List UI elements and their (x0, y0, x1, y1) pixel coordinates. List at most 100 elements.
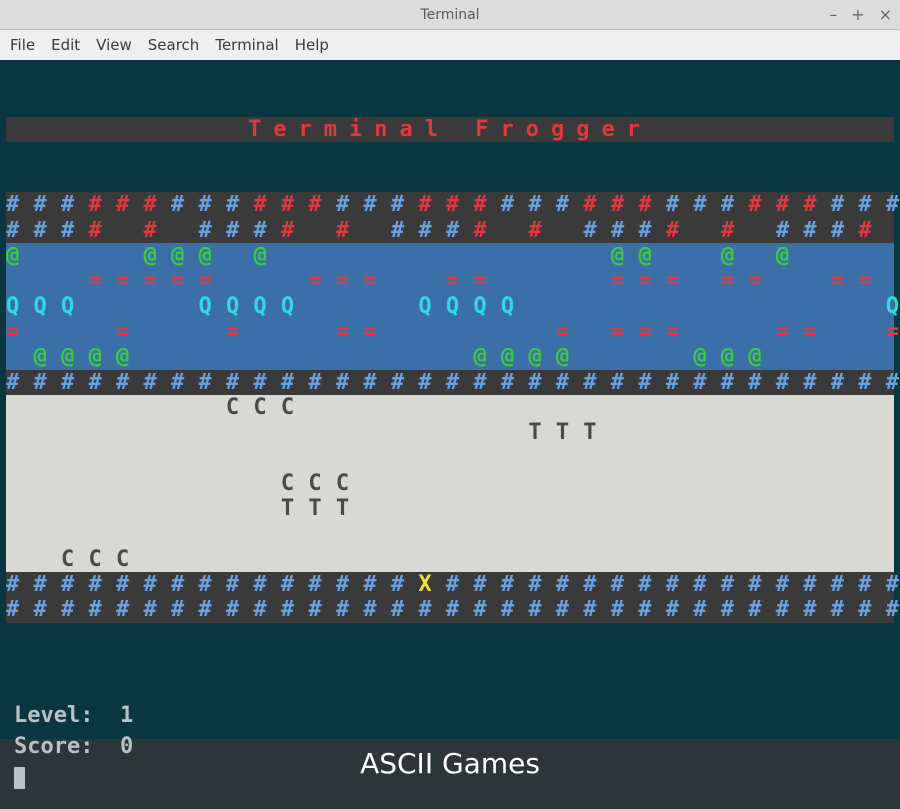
cell-#: # # # (391, 218, 473, 243)
game-board: # # # # # # # # # # # # # # # # # # # # … (6, 192, 894, 622)
cell-empty (143, 344, 473, 369)
cell-@: @ @ @ (143, 243, 225, 268)
cell-empty (281, 243, 611, 268)
cell-empty (6, 420, 528, 445)
cell-Q: Q Q Q Q (418, 294, 528, 319)
cell-empty (308, 395, 900, 420)
menu-file[interactable]: File (10, 36, 35, 54)
cell-#: # # # # # # # # # # # # # # # # # (446, 572, 900, 597)
cell-empty (748, 218, 776, 243)
cell-empty (501, 268, 611, 293)
game-row: # # # # # # # # # # # # # # # # # # # # … (6, 218, 894, 243)
cell-#: # (336, 218, 364, 243)
score-value: 0 (120, 732, 133, 763)
cell-C: C C C (226, 395, 308, 420)
cell-=: = = (721, 268, 776, 293)
cell-empty (116, 218, 144, 243)
cell-empty (6, 445, 900, 470)
cell-#: # # # (501, 192, 583, 217)
cell-T: T T T (281, 496, 363, 521)
cell-=: = = (446, 268, 501, 293)
menu-edit[interactable]: Edit (51, 36, 80, 54)
cell-empty (6, 344, 34, 369)
cell-empty (34, 319, 116, 344)
cell-=: = (886, 319, 900, 344)
terminal-viewport[interactable]: Terminal Frogger # # # # # # # # # # # #… (0, 60, 900, 739)
minimize-icon[interactable]: – (829, 7, 837, 23)
cell-empty (693, 268, 721, 293)
cell-#: # # # (253, 192, 335, 217)
cell-empty (556, 218, 584, 243)
cell-empty (34, 243, 144, 268)
game-row: Q Q Q Q Q Q Q Q Q Q Q Q (6, 294, 894, 319)
cell-empty (748, 243, 776, 268)
cell-#: # (666, 218, 694, 243)
terminal-output: Terminal Frogger # # # # # # # # # # # #… (6, 66, 894, 673)
cell-@: @ (721, 243, 749, 268)
game-title-row: Terminal Frogger (6, 117, 894, 142)
cell-empty (226, 268, 308, 293)
cell-empty (776, 268, 831, 293)
cell-Q: Q Q Q (6, 294, 88, 319)
cell-#: # # # (583, 218, 665, 243)
cell-empty (363, 496, 900, 521)
page-caption: ASCII Games (0, 739, 900, 780)
menu-help[interactable]: Help (295, 36, 329, 54)
cell-empty (391, 319, 556, 344)
cell-empty (886, 218, 900, 243)
cell-#: # # # # # # # # # # # # # # # # # # # # … (6, 597, 900, 622)
cell-C: C C C (61, 547, 143, 572)
cell-empty (501, 218, 529, 243)
cell-#: # # # (88, 192, 170, 217)
window-controls: – + × (829, 0, 892, 30)
close-icon[interactable]: × (879, 7, 892, 23)
cell-#: # # # (666, 192, 748, 217)
cell-@: @ (776, 243, 804, 268)
cell-empty (363, 218, 391, 243)
cell-#: # # # (6, 218, 88, 243)
cell-=: = = (776, 319, 831, 344)
menu-view[interactable]: View (96, 36, 132, 54)
cell-T: T T T (528, 420, 610, 445)
cell-empty (143, 547, 900, 572)
cell-#: # # # (336, 192, 418, 217)
cell-#: # # # # # # # # # # # # # # # (6, 572, 418, 597)
cell-=: = = = (611, 319, 693, 344)
level-value: 1 (120, 701, 133, 732)
cell-empty (143, 319, 225, 344)
cell-@: @ @ @ @ (473, 344, 583, 369)
cell-#: # (528, 218, 556, 243)
game-row: T T T (6, 420, 894, 445)
cell-empty (583, 319, 611, 344)
menu-search[interactable]: Search (148, 36, 200, 54)
cell-#: # (858, 218, 886, 243)
game-row: # # # # # # # # # # # # # # # X # # # # … (6, 572, 894, 597)
cell-=: = = = = = (88, 268, 225, 293)
cell-empty (6, 268, 88, 293)
game-row (6, 521, 894, 546)
cell-empty (693, 218, 721, 243)
cell-#: # # # (583, 192, 665, 217)
cell-=: = = (831, 268, 886, 293)
cell-empty (776, 344, 900, 369)
cell-#: # # # (831, 192, 900, 217)
cell-=: = = = (611, 268, 693, 293)
cell-#: # # # (6, 192, 88, 217)
cell-#: # (88, 218, 116, 243)
cell-=: = = = (308, 268, 390, 293)
menu-terminal[interactable]: Terminal (215, 36, 278, 54)
level-label: Level: (14, 701, 93, 732)
cell-empty (693, 319, 775, 344)
cell-#: # # # (198, 218, 280, 243)
game-row: # # # # # # # # # # # # # # # # # # # # … (6, 370, 894, 395)
cell-Q: Q Q Q Q (198, 294, 308, 319)
maximize-icon[interactable]: + (851, 7, 864, 23)
game-title: Terminal Frogger (248, 117, 652, 142)
cell-empty (391, 268, 446, 293)
cell-@: @ (6, 243, 34, 268)
cell-empty (666, 243, 721, 268)
cell-empty (6, 395, 226, 420)
cell-=: = (116, 319, 144, 344)
game-row (6, 445, 894, 470)
cell-=: = (6, 319, 34, 344)
